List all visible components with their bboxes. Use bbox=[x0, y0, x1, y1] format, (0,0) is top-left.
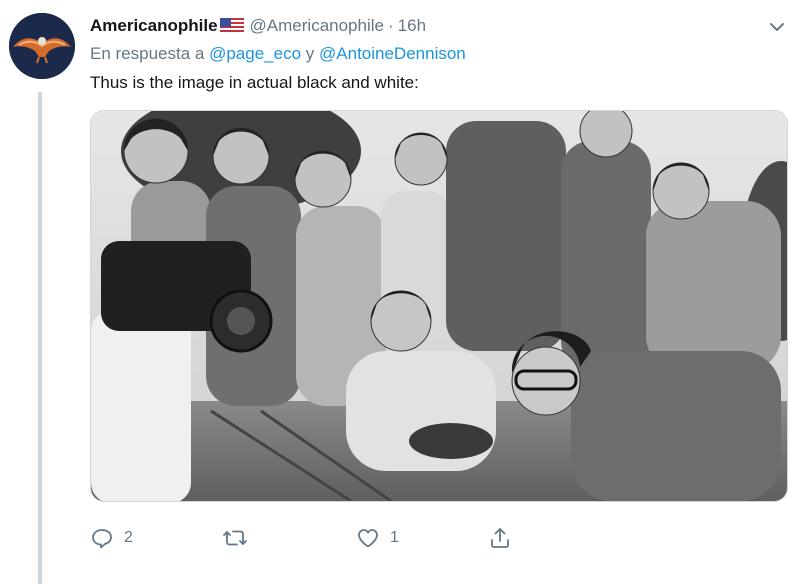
tweet-actions: 2 1 bbox=[90, 522, 550, 554]
display-name[interactable]: Americanophile bbox=[90, 16, 218, 36]
like-count: 1 bbox=[390, 529, 399, 546]
separator-dot: · bbox=[387, 16, 394, 35]
like-button[interactable]: 1 bbox=[356, 522, 399, 554]
retweet-button[interactable] bbox=[222, 522, 258, 554]
tweet-photo[interactable] bbox=[90, 110, 788, 502]
mention-link[interactable]: @AntoineDennison bbox=[319, 44, 466, 63]
tweet-text: Thus is the image in actual black and wh… bbox=[90, 73, 419, 92]
reply-prefix: En respuesta a bbox=[90, 44, 205, 63]
reply-button[interactable]: 2 bbox=[90, 522, 133, 554]
thread-line bbox=[38, 92, 42, 584]
heart-icon bbox=[358, 529, 378, 548]
share-icon bbox=[491, 528, 509, 548]
reply-icon bbox=[92, 529, 112, 549]
share-button[interactable] bbox=[488, 522, 512, 554]
eagle-avatar-icon bbox=[9, 13, 75, 79]
tweet-header: Americanophile @Americanophile · 16h bbox=[90, 14, 426, 38]
us-flag-icon bbox=[219, 18, 244, 34]
timestamp[interactable]: 16h bbox=[398, 16, 426, 36]
avatar[interactable] bbox=[9, 13, 75, 79]
grayscale-group-photo bbox=[91, 111, 787, 501]
reply-joiner: y bbox=[305, 44, 315, 63]
reply-context: En respuesta a @page_eco y @AntoineDenni… bbox=[90, 44, 466, 64]
tweet: Americanophile @Americanophile · 16h En … bbox=[0, 0, 800, 584]
user-handle[interactable]: @Americanophile bbox=[250, 16, 384, 36]
reply-count: 2 bbox=[124, 529, 133, 546]
mention-link[interactable]: @page_eco bbox=[209, 44, 301, 63]
chevron-down-icon[interactable] bbox=[766, 16, 788, 38]
retweet-icon bbox=[223, 530, 247, 546]
